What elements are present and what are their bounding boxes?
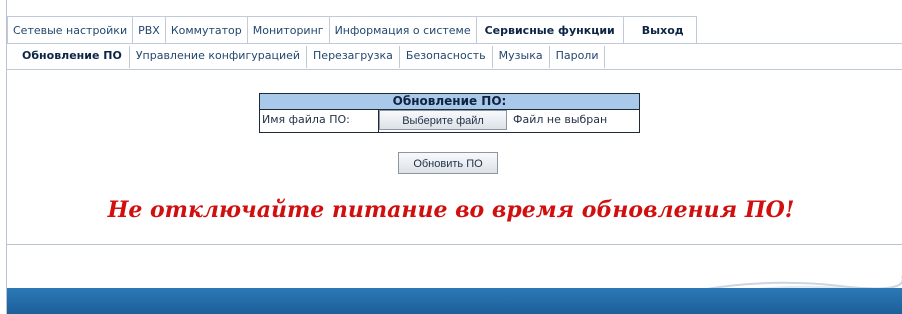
subtab-security[interactable]: Безопасность [400, 46, 493, 68]
subtab-passwords[interactable]: Пароли [550, 46, 606, 68]
tab-pbx[interactable]: PBX [133, 16, 166, 44]
power-warning: Не отключайте питание во время обновлени… [107, 197, 795, 223]
choose-file-button[interactable]: Выберите файл [379, 110, 507, 130]
file-row: Имя файла ПО: Выберите файл Файл не выбр… [260, 110, 639, 132]
subtab-music[interactable]: Музыка [493, 46, 550, 68]
tab-switch[interactable]: Коммутатор [165, 16, 248, 44]
content-separator [7, 244, 902, 245]
tab-network-settings[interactable]: Сетевые настройки [7, 16, 134, 44]
tab-system-info[interactable]: Информация о системе [329, 16, 477, 44]
sub-tab-bar: Обновление ПО Управление конфигурацией П… [14, 46, 606, 68]
footer-bar [7, 288, 902, 314]
subtab-firmware-update[interactable]: Обновление ПО [14, 46, 130, 68]
firmware-update-title: Обновление ПО: [260, 94, 639, 110]
main-tab-bar: Сетевые настройки PBX Коммутатор Монитор… [7, 16, 697, 44]
subtab-config-management[interactable]: Управление конфигурацией [130, 46, 308, 68]
update-firmware-button[interactable]: Обновить ПО [398, 152, 498, 174]
tab-monitoring[interactable]: Мониторинг [247, 16, 330, 44]
file-status-text: Файл не выбран [513, 113, 608, 126]
tab-service-functions[interactable]: Сервисные функции [476, 16, 624, 44]
sub-tab-divider [7, 69, 902, 70]
tab-exit[interactable]: Выход [623, 16, 697, 44]
file-name-label: Имя файла ПО: [260, 110, 379, 132]
firmware-update-table: Обновление ПО: Имя файла ПО: Выберите фа… [259, 93, 640, 133]
main-tab-divider [7, 43, 902, 44]
subtab-reboot[interactable]: Перезагрузка [307, 46, 400, 68]
